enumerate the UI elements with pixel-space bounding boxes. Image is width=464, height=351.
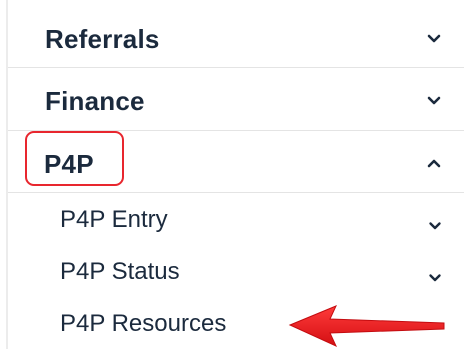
red-arrow-icon: [288, 305, 445, 348]
chevron-up-icon: [427, 159, 441, 168]
sidebar-subitem-label: P4P Resources: [60, 310, 227, 337]
sidebar-section-label: Finance: [45, 86, 145, 116]
chevron-down-icon: [429, 274, 441, 282]
sidebar-section-referrals[interactable]: Referrals: [8, 0, 464, 68]
sidebar-subitem-label: P4P Status: [60, 258, 180, 285]
sidebar-subitem-label: P4P Entry: [60, 206, 168, 233]
sidebar-subitem-p4p-status[interactable]: P4P Status: [8, 248, 464, 300]
sidebar-nav: Referrals Finance P4P P4P Entry P4P Stat…: [0, 0, 464, 349]
sidebar-section-label: Referrals: [45, 24, 160, 54]
highlight-box: [25, 131, 124, 186]
chevron-down-icon: [427, 96, 441, 105]
sidebar-subitem-p4p-entry[interactable]: P4P Entry: [8, 196, 464, 248]
chevron-down-icon: [429, 222, 441, 230]
sidebar-section-finance[interactable]: Finance: [8, 68, 464, 131]
chevron-down-icon: [427, 34, 441, 43]
